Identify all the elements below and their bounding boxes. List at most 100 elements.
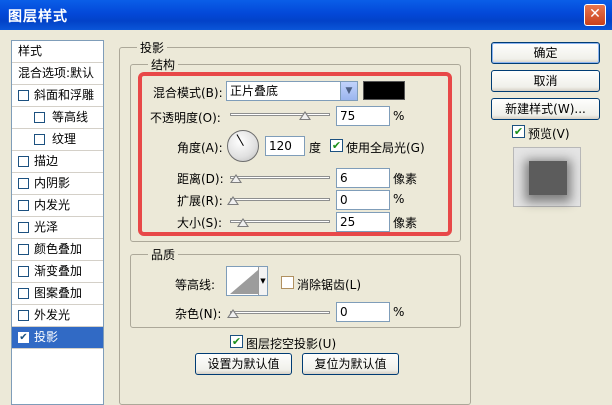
style-item-checkbox[interactable]: [18, 222, 29, 233]
spread-slider-thumb[interactable]: [227, 196, 239, 205]
chevron-down-icon: ▼: [340, 82, 357, 100]
opacity-slider-thumb[interactable]: [299, 111, 311, 120]
style-preview: [513, 147, 581, 207]
style-item-checkbox[interactable]: [18, 156, 29, 167]
chevron-down-icon[interactable]: ▼: [258, 267, 267, 295]
global-light-label: 使用全局光(G): [346, 141, 425, 155]
style-item[interactable]: 内阴影: [12, 173, 103, 195]
style-item-checkbox[interactable]: [34, 134, 45, 145]
angle-dial-hand: [236, 134, 244, 146]
style-item[interactable]: 光泽: [12, 217, 103, 239]
preview-square: [529, 161, 567, 195]
style-item[interactable]: 外发光: [12, 305, 103, 327]
spread-slider[interactable]: [227, 194, 330, 206]
style-item[interactable]: 颜色叠加: [12, 239, 103, 261]
style-item-label: 内阴影: [34, 176, 71, 190]
distance-label: 距离(D):: [177, 172, 224, 186]
opacity-slider-track: [230, 113, 330, 116]
distance-slider-track: [230, 176, 330, 179]
style-item[interactable]: 斜面和浮雕: [12, 85, 103, 107]
blend-mode-value: 正片叠底: [230, 84, 279, 98]
new-style-button[interactable]: 新建样式(W)...: [491, 98, 600, 120]
style-item[interactable]: ✔ 投影: [12, 327, 103, 349]
size-slider-thumb[interactable]: [237, 218, 249, 227]
opacity-unit: %: [393, 109, 405, 123]
styles-list-header[interactable]: 样式: [12, 41, 103, 63]
knockout-label: 图层挖空投影(U): [246, 337, 337, 351]
style-item-label: 描边: [34, 154, 59, 168]
contour-label: 等高线:: [175, 278, 216, 292]
size-unit: 像素: [393, 216, 418, 230]
antialias-checkbox[interactable]: [281, 276, 294, 289]
window-title: 图层样式: [8, 9, 68, 25]
angle-input[interactable]: 120: [265, 136, 305, 156]
preview-checkbox[interactable]: ✔: [512, 125, 525, 138]
style-item-checkbox[interactable]: ✔: [18, 332, 29, 343]
style-item-checkbox[interactable]: [18, 310, 29, 321]
distance-input[interactable]: 6: [336, 168, 390, 188]
opacity-slider[interactable]: [230, 109, 330, 121]
spread-label: 扩展(R):: [177, 194, 223, 208]
style-item[interactable]: 等高线: [12, 107, 103, 129]
contour-preview: [230, 270, 258, 294]
blend-mode-label: 混合模式(B):: [153, 86, 223, 100]
cancel-button[interactable]: 取消: [491, 70, 600, 92]
opacity-input[interactable]: 75: [336, 106, 390, 126]
style-item[interactable]: 纹理: [12, 129, 103, 151]
noise-input[interactable]: 0: [336, 302, 390, 322]
style-item-label: 图案叠加: [34, 286, 83, 300]
style-item-label: 等高线: [52, 110, 89, 124]
preview-label: 预览(V): [528, 127, 570, 141]
style-item-label: 外发光: [34, 308, 71, 322]
style-item-checkbox[interactable]: [18, 90, 29, 101]
ok-button[interactable]: 确定: [491, 42, 600, 64]
shadow-color-swatch[interactable]: [363, 81, 405, 100]
style-item-label: 斜面和浮雕: [34, 88, 95, 102]
style-item-label: 内发光: [34, 198, 71, 212]
knockout-checkbox[interactable]: ✔: [230, 335, 243, 348]
global-light-checkbox[interactable]: ✔: [330, 139, 343, 152]
reset-default-button[interactable]: 复位为默认值: [302, 353, 399, 375]
noise-slider-thumb[interactable]: [227, 309, 239, 318]
style-item-checkbox[interactable]: [18, 288, 29, 299]
blend-mode-select[interactable]: 正片叠底 ▼: [226, 81, 358, 101]
style-item-checkbox[interactable]: [34, 112, 45, 123]
distance-unit: 像素: [393, 172, 418, 186]
spread-input[interactable]: 0: [336, 190, 390, 210]
angle-unit: 度: [309, 141, 322, 155]
style-item[interactable]: 描边: [12, 151, 103, 173]
style-item[interactable]: 图案叠加: [12, 283, 103, 305]
style-item[interactable]: 渐变叠加: [12, 261, 103, 283]
style-item-checkbox[interactable]: [18, 200, 29, 211]
style-item-checkbox[interactable]: [18, 244, 29, 255]
antialias-label: 消除锯齿(L): [297, 278, 362, 292]
noise-slider[interactable]: [227, 307, 330, 319]
style-item-checkbox[interactable]: [18, 178, 29, 189]
size-label: 大小(S):: [177, 216, 223, 230]
style-item-checkbox[interactable]: [18, 266, 29, 277]
style-item-label: 颜色叠加: [34, 242, 83, 256]
style-item-label: 投影: [34, 330, 59, 344]
contour-picker[interactable]: ▼: [226, 266, 268, 296]
angle-label: 角度(A):: [177, 141, 223, 155]
noise-unit: %: [393, 305, 405, 319]
style-item-label: 纹理: [52, 132, 77, 146]
style-item-label: 渐变叠加: [34, 264, 83, 278]
distance-slider[interactable]: [230, 172, 330, 184]
styles-header-label: 样式: [18, 44, 43, 58]
spread-unit: %: [393, 192, 405, 206]
distance-slider-thumb[interactable]: [230, 174, 242, 183]
size-slider[interactable]: [230, 216, 330, 228]
title-bar: 图层样式 ✕: [0, 0, 612, 30]
angle-dial[interactable]: [227, 130, 259, 162]
styles-list: 样式 混合选项:默认 斜面和浮雕等高线纹理描边内阴影内发光光泽颜色叠加渐变叠加图…: [11, 40, 104, 405]
drop-shadow-title: 投影: [137, 39, 168, 56]
close-icon[interactable]: ✕: [584, 4, 606, 26]
make-default-button[interactable]: 设置为默认值: [195, 353, 292, 375]
noise-label: 杂色(N):: [175, 307, 222, 321]
style-item[interactable]: 内发光: [12, 195, 103, 217]
spread-slider-track: [230, 198, 330, 201]
size-input[interactable]: 25: [336, 212, 390, 232]
blending-options-item[interactable]: 混合选项:默认: [12, 63, 103, 85]
quality-title: 品质: [148, 246, 179, 263]
